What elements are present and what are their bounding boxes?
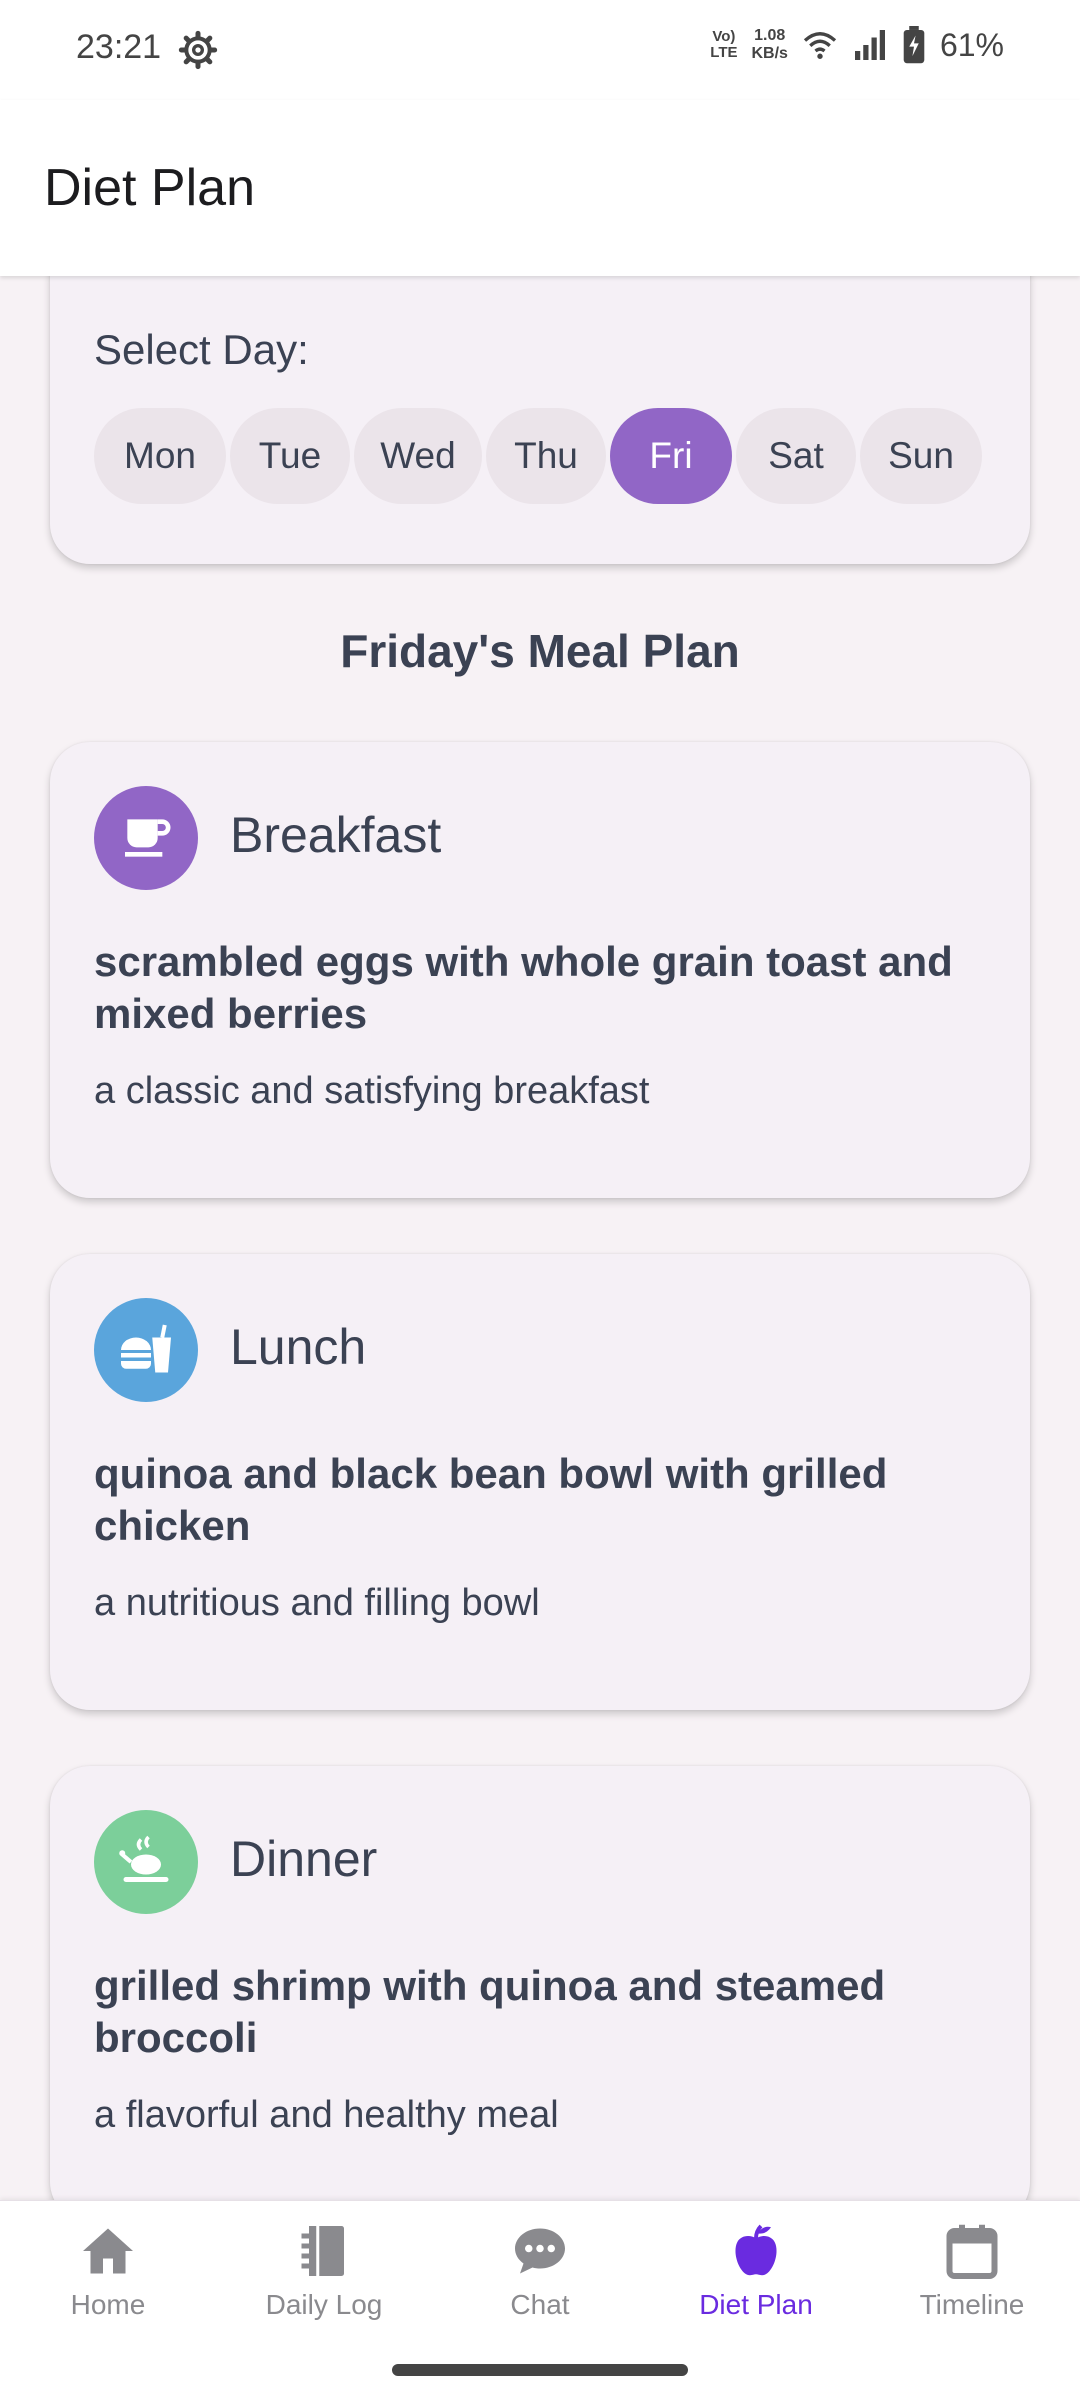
meal-description: a flavorful and healthy meal [94, 2094, 559, 2136]
select-day-label: Select Day: [94, 326, 309, 373]
notebook-icon [301, 2226, 344, 2276]
roast-dinner-icon [94, 1810, 198, 1914]
day-chip-sat[interactable]: Sat [736, 408, 856, 504]
meal-card-lunch[interactable]: Lunch quinoa and black bean bowl with gr… [50, 1254, 1030, 1710]
meal-title: grilled shrimp with quinoa and steamed b… [94, 1962, 886, 2061]
battery-percent: 61% [939, 26, 1004, 63]
chat-bubble-icon [515, 2228, 565, 2274]
meal-name: Lunch [230, 1319, 367, 1375]
battery-charging-icon [903, 26, 925, 64]
status-indicators: Vo) LTE 1.08 KB/s 61% [710, 26, 1004, 64]
nav-label: Timeline [919, 2289, 1025, 2320]
home-icon [83, 2228, 133, 2274]
calendar-icon [946, 2224, 998, 2279]
nav-item-daily-log[interactable]: Daily Log [216, 2221, 432, 2321]
diet-plan-content[interactable]: Select Day: Mon Tue Wed Thu Fri Sat Sun … [0, 276, 1080, 2200]
meal-name: Dinner [230, 1831, 378, 1887]
day-chip-tue[interactable]: Tue [230, 408, 350, 504]
day-chip-thu[interactable]: Thu [486, 408, 606, 504]
meal-plan-title: Friday's Meal Plan [340, 625, 740, 677]
home-gesture-bar[interactable] [392, 2364, 688, 2376]
meal-description: a nutritious and filling bowl [94, 1582, 540, 1624]
network-speed: 1.08 KB/s [751, 27, 788, 62]
nav-item-timeline[interactable]: Timeline [864, 2221, 1080, 2321]
coffee-cup-icon [94, 786, 198, 890]
nav-label: Chat [510, 2289, 570, 2320]
day-chip-fri[interactable]: Fri [610, 408, 732, 504]
status-bar: 23:21 Vo) LTE 1.08 KB/s 61% [0, 0, 1080, 100]
meal-card-dinner[interactable]: Dinner grilled shrimp with quinoa and st… [50, 1766, 1030, 2200]
meal-name: Breakfast [230, 807, 442, 863]
day-chip-row: Mon Tue Wed Thu Fri Sat Sun [94, 408, 982, 504]
meal-title: scrambled eggs with whole grain toast an… [94, 938, 953, 1037]
meal-title: quinoa and black bean bowl with grilled … [94, 1450, 888, 1549]
page-title: Diet Plan [44, 159, 255, 217]
nav-item-chat[interactable]: Chat [432, 2221, 648, 2321]
app-bar: Diet Plan [0, 100, 1080, 276]
meal-card-breakfast[interactable]: Breakfast scrambled eggs with whole grai… [50, 742, 1030, 1198]
nav-label: Daily Log [265, 2289, 383, 2320]
day-chip-mon[interactable]: Mon [94, 408, 226, 504]
nav-label: Home [70, 2289, 146, 2320]
burger-drink-icon [94, 1298, 198, 1402]
signal-icon [854, 30, 885, 60]
apple-icon [735, 2224, 777, 2276]
gear-icon [178, 30, 218, 70]
nav-item-home[interactable]: Home [0, 2221, 216, 2321]
day-chip-wed[interactable]: Wed [354, 408, 482, 504]
status-time: 23:21 [76, 28, 162, 66]
day-selector-card: Select Day: Mon Tue Wed Thu Fri Sat Sun [50, 276, 1030, 564]
nav-item-diet-plan[interactable]: Diet Plan [648, 2221, 864, 2321]
meal-description: a classic and satisfying breakfast [94, 1070, 650, 1112]
nav-label: Diet Plan [699, 2289, 813, 2320]
day-chip-sun[interactable]: Sun [860, 408, 982, 504]
volte-indicator: Vo) LTE [710, 28, 738, 61]
wifi-icon [803, 32, 837, 59]
